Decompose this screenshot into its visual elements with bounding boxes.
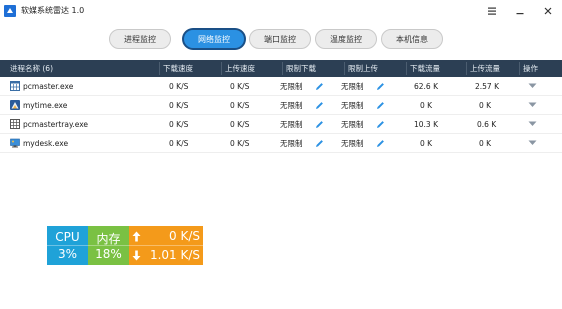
edit-pencil-icon[interactable] [315, 120, 324, 129]
table-row[interactable]: pcmaster.exe 0 K/S 0 K/S 无限制 无限制 62.6 K … [0, 77, 562, 96]
tab-temperature-monitor[interactable]: 温度监控 [315, 29, 377, 49]
upload-traffic: 0 K [479, 139, 492, 148]
chevron-down-icon[interactable] [528, 121, 537, 127]
table-header: 进程名称 (6) 下载速度 上传速度 限制下载 限制上传 下载流量 上传流量 操… [0, 60, 562, 77]
memory-value: 18% [95, 247, 122, 261]
download-speed-value: 1.01 K/S [149, 248, 200, 262]
close-icon[interactable] [534, 0, 562, 21]
upload-speed: 0 K/S [230, 139, 250, 148]
arrow-down-icon [132, 250, 141, 261]
download-traffic: 62.6 K [414, 82, 439, 91]
limit-upload-value: 无限制 [341, 82, 364, 91]
limit-download-value: 无限制 [280, 101, 303, 110]
process-name: pcmaster.exe [23, 82, 74, 91]
header-upload-speed[interactable]: 上传速度 [221, 60, 255, 77]
cpu-label: CPU [55, 230, 80, 244]
limit-download-value: 无限制 [280, 120, 303, 129]
upload-speed-value: 0 K/S [169, 229, 200, 243]
table-row[interactable]: mydesk.exe 0 K/S 0 K/S 无限制 无限制 0 K 0 K [0, 134, 562, 153]
chevron-down-icon[interactable] [528, 83, 537, 89]
divider [47, 245, 88, 246]
tab-system-info[interactable]: 本机信息 [381, 29, 443, 49]
minimize-icon[interactable] [506, 0, 534, 21]
app-icon [10, 100, 20, 110]
upload-traffic: 0 K [479, 101, 492, 110]
table-row[interactable]: mytime.exe 0 K/S 0 K/S 无限制 无限制 0 K 0 K [0, 96, 562, 115]
cpu-panel: CPU 3% [47, 226, 88, 265]
window-grid-icon [10, 81, 20, 91]
process-table: 进程名称 (6) 下载速度 上传速度 限制下载 限制上传 下载流量 上传流量 操… [0, 60, 562, 153]
download-speed: 0 K/S [169, 101, 189, 110]
desktop-icon [10, 138, 20, 148]
edit-pencil-icon[interactable] [315, 101, 324, 110]
upload-line: 0 K/S [129, 227, 203, 246]
app-title: 软媒系统雷达 1.0 [21, 6, 85, 15]
upload-speed: 0 K/S [230, 82, 250, 91]
download-traffic: 0 K [420, 101, 433, 110]
download-speed: 0 K/S [169, 139, 189, 148]
process-name: mytime.exe [23, 101, 68, 110]
window-grid-icon [10, 119, 20, 129]
download-traffic: 0 K [420, 139, 433, 148]
limit-upload-value: 无限制 [341, 120, 364, 129]
header-limit-download[interactable]: 限制下载 [282, 60, 316, 77]
limit-download-value: 无限制 [280, 139, 303, 148]
header-upload-traffic[interactable]: 上传流量 [466, 60, 500, 77]
edit-pencil-icon[interactable] [376, 101, 385, 110]
upload-traffic: 0.6 K [477, 120, 497, 129]
header-actions: 操作 [519, 60, 538, 77]
app-logo-icon [4, 4, 16, 17]
header-limit-upload[interactable]: 限制上传 [344, 60, 378, 77]
limit-upload-value: 无限制 [341, 139, 364, 148]
tab-bar: 进程监控 网络监控 端口监控 温度监控 本机信息 [0, 29, 562, 51]
edit-pencil-icon[interactable] [315, 82, 324, 91]
tab-network-monitor[interactable]: 网络监控 [183, 29, 245, 49]
tab-port-monitor[interactable]: 端口监控 [249, 29, 311, 49]
chevron-down-icon[interactable] [528, 140, 537, 146]
process-name: mydesk.exe [23, 139, 69, 148]
divider [88, 245, 129, 246]
arrow-up-icon [132, 231, 141, 242]
download-line: 1.01 K/S [129, 246, 203, 265]
chevron-down-icon[interactable] [528, 102, 537, 108]
floating-monitor-widget[interactable]: CPU 3% 内存 18% 0 K/S 1.01 K/S [47, 226, 203, 265]
edit-pencil-icon[interactable] [376, 120, 385, 129]
edit-pencil-icon[interactable] [376, 139, 385, 148]
header-download-traffic[interactable]: 下载流量 [406, 60, 440, 77]
title-bar: 软媒系统雷达 1.0 [0, 0, 562, 21]
upload-speed: 0 K/S [230, 101, 250, 110]
edit-pencil-icon[interactable] [376, 82, 385, 91]
edit-pencil-icon[interactable] [315, 139, 324, 148]
header-process-name[interactable]: 进程名称 (6) [10, 60, 53, 77]
download-speed: 0 K/S [169, 120, 189, 129]
menu-icon[interactable] [478, 0, 506, 21]
download-speed: 0 K/S [169, 82, 189, 91]
process-name: pcmastertray.exe [23, 120, 89, 129]
upload-traffic: 2.57 K [475, 82, 500, 91]
table-row[interactable]: pcmastertray.exe 0 K/S 0 K/S 无限制 无限制 10.… [0, 115, 562, 134]
network-panel: 0 K/S 1.01 K/S [129, 226, 203, 265]
tab-process-monitor[interactable]: 进程监控 [109, 29, 171, 49]
header-download-speed[interactable]: 下载速度 [159, 60, 193, 77]
window-controls [478, 0, 562, 21]
upload-speed: 0 K/S [230, 120, 250, 129]
limit-upload-value: 无限制 [341, 101, 364, 110]
limit-download-value: 无限制 [280, 82, 303, 91]
memory-panel: 内存 18% [88, 226, 129, 265]
download-traffic: 10.3 K [414, 120, 439, 129]
cpu-value: 3% [57, 247, 78, 261]
